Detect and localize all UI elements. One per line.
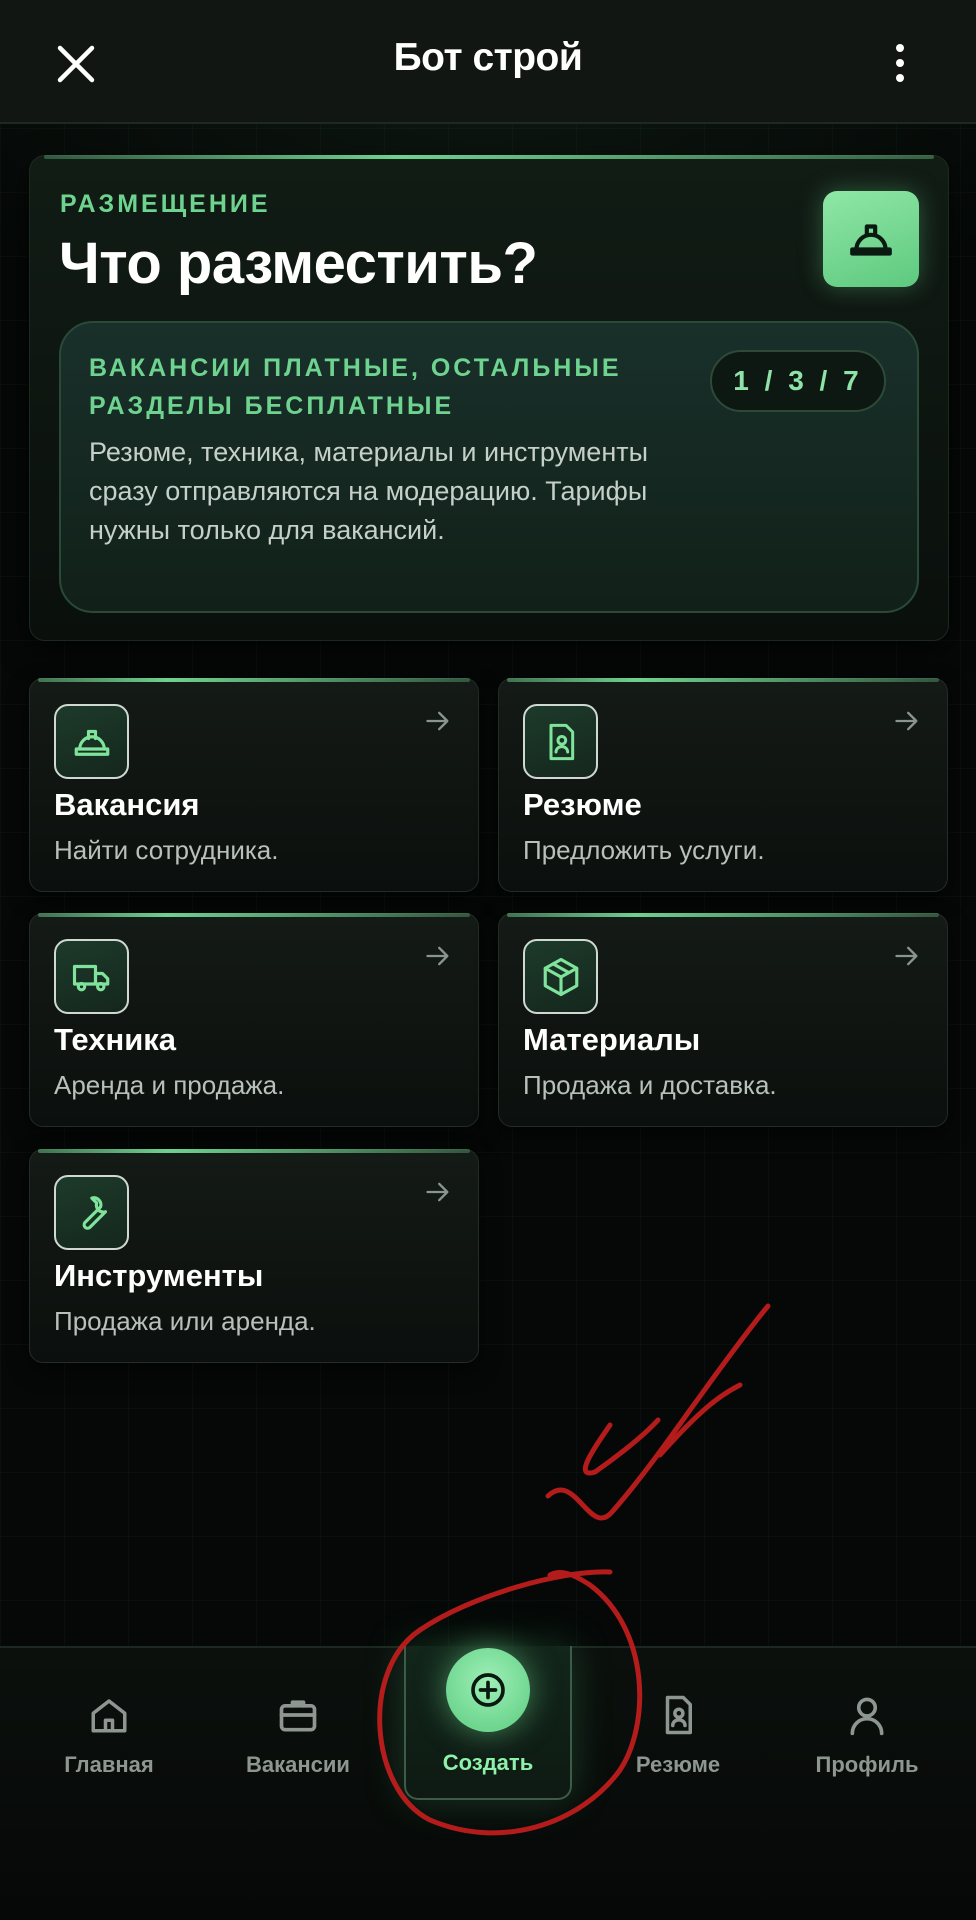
nav-item-home[interactable]: Главная	[19, 1692, 199, 1802]
card-subtitle: Продажа и доставка.	[523, 1070, 777, 1100]
box-icon	[523, 939, 598, 1014]
arrow-right-icon	[426, 946, 449, 966]
card-title: Инструменты	[54, 1258, 264, 1293]
app-title: Бот строй	[393, 36, 583, 79]
nav-item-profile[interactable]: Профиль	[777, 1692, 957, 1802]
nav-item-create[interactable]: Создать	[404, 1646, 572, 1800]
user-icon	[844, 1692, 890, 1738]
hero-title: Что разместить?	[59, 231, 538, 296]
card-title: Резюме	[523, 787, 642, 822]
arrow-right-icon	[895, 711, 918, 731]
category-card-tools[interactable]: Инструменты Продажа или аренда.	[29, 1149, 479, 1363]
card-title: Материалы	[523, 1022, 701, 1057]
pricing-notice: ВАКАНСИИ ПЛАТНЫЕ, ОСТАЛЬНЫЕ РАЗДЕЛЫ БЕСП…	[59, 321, 919, 613]
resume-icon	[523, 704, 598, 779]
nav-label: Вакансии	[246, 1752, 350, 1777]
more-options-icon[interactable]	[878, 38, 922, 88]
nav-label: Главная	[64, 1752, 154, 1777]
placement-hero-card: РАЗМЕЩЕНИЕ Что разместить? ВАКАНСИИ ПЛАТ…	[29, 155, 949, 641]
home-icon	[86, 1692, 132, 1738]
category-card-materials[interactable]: Материалы Продажа и доставка.	[498, 913, 948, 1127]
card-subtitle: Предложить услуги.	[523, 835, 765, 865]
resume-icon	[655, 1692, 701, 1738]
wrench-icon	[54, 1175, 129, 1250]
notice-body: Резюме, техника, материалы и инструменты…	[89, 437, 649, 545]
card-subtitle: Аренда и продажа.	[54, 1070, 285, 1100]
category-card-vacancy[interactable]: Вакансия Найти сотрудника.	[29, 678, 479, 892]
plus-circle-icon	[446, 1648, 530, 1732]
card-subtitle: Найти сотрудника.	[54, 835, 279, 865]
tariff-pill: 1 / 3 / 7	[710, 350, 886, 412]
arrow-right-icon	[895, 946, 918, 966]
card-title: Техника	[54, 1022, 177, 1057]
card-title: Вакансия	[54, 787, 200, 822]
nav-label: Создать	[442, 1750, 534, 1775]
arrow-right-icon	[426, 1182, 449, 1202]
briefcase-icon	[275, 1692, 321, 1738]
category-card-resume[interactable]: Резюме Предложить услуги.	[498, 678, 948, 892]
arrow-right-icon	[426, 711, 449, 731]
nav-label: Профиль	[815, 1752, 919, 1777]
bottom-navigation: Главная Вакансии Создать Резюме Профиль	[0, 1646, 976, 1920]
category-card-machinery[interactable]: Техника Аренда и продажа.	[29, 913, 479, 1127]
hero-kicker: РАЗМЕЩЕНИЕ	[60, 190, 271, 218]
top-bar: Бот строй	[0, 0, 976, 124]
hard-hat-icon	[54, 704, 129, 779]
nav-item-vacancies[interactable]: Вакансии	[208, 1692, 388, 1802]
hard-hat-icon	[823, 191, 919, 287]
truck-icon	[54, 939, 129, 1014]
nav-item-resume[interactable]: Резюме	[588, 1692, 768, 1802]
notice-title: ВАКАНСИИ ПЛАТНЫЕ, ОСТАЛЬНЫЕ РАЗДЕЛЫ БЕСП…	[89, 354, 622, 420]
card-subtitle: Продажа или аренда.	[54, 1306, 316, 1336]
nav-label: Резюме	[635, 1752, 721, 1777]
